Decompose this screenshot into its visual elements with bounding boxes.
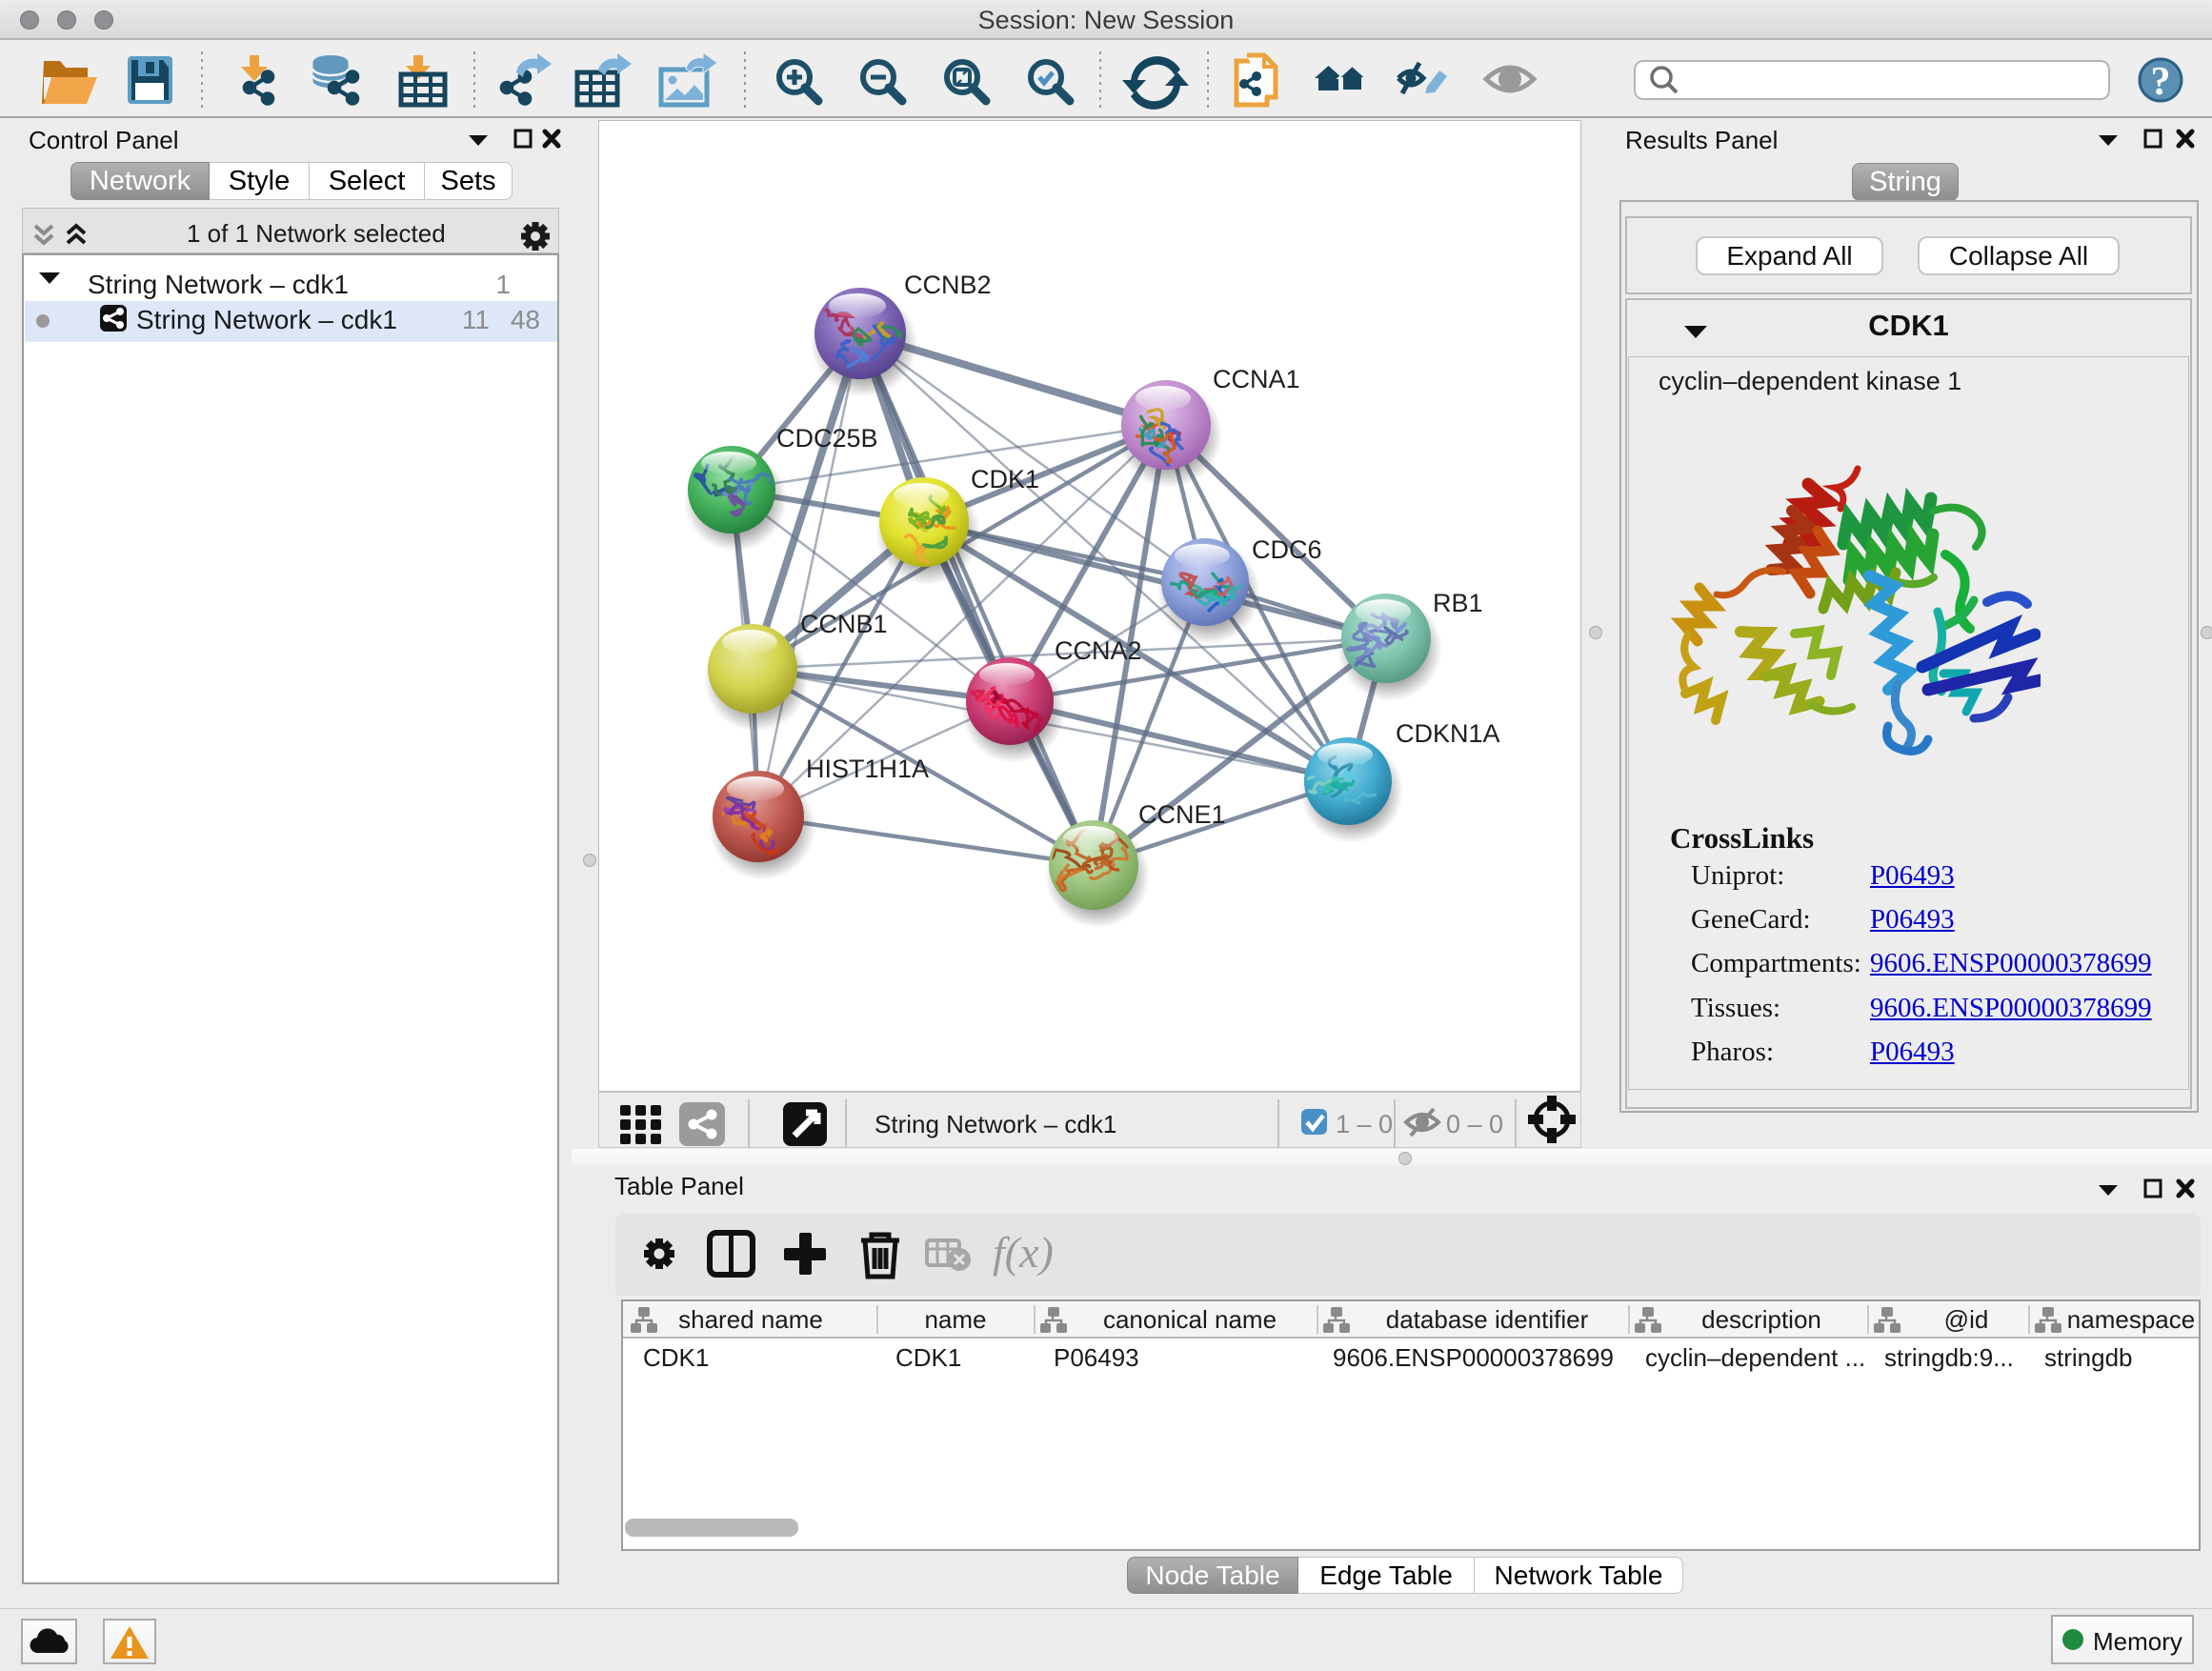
svg-text:0 – 0: 0 – 0 [1446, 1110, 1503, 1138]
svg-text:9606.ENSP00000378699: 9606.ENSP00000378699 [1333, 1343, 1614, 1372]
svg-text:f(x): f(x) [993, 1228, 1054, 1277]
svg-text:shared name: shared name [678, 1305, 823, 1334]
svg-text:11: 11 [462, 305, 490, 334]
svg-text:namespace: namespace [2067, 1305, 2195, 1334]
svg-text:CDC6: CDC6 [1252, 535, 1322, 564]
svg-text:CCNA1: CCNA1 [1213, 365, 1300, 393]
svg-text:CDKN1A: CDKN1A [1396, 719, 1500, 748]
svg-text:CDC25B: CDC25B [776, 424, 878, 453]
svg-text:String Network – cdk1: String Network – cdk1 [88, 270, 349, 299]
svg-text:CCNA2: CCNA2 [1055, 636, 1142, 665]
svg-text:CDK1: CDK1 [895, 1343, 961, 1372]
svg-text:canonical name: canonical name [1103, 1305, 1277, 1334]
svg-text:description: description [1701, 1305, 1821, 1334]
svg-text:1 – 0: 1 – 0 [1336, 1110, 1393, 1138]
svg-text:stringdb:9...: stringdb:9... [1884, 1343, 2014, 1372]
svg-text:48: 48 [511, 305, 540, 334]
svg-text:CDK1: CDK1 [971, 465, 1039, 493]
svg-text:CDK1: CDK1 [643, 1343, 709, 1372]
svg-text:stringdb: stringdb [2044, 1343, 2133, 1372]
svg-text:CCNB1: CCNB1 [800, 610, 888, 638]
svg-text:cyclin–dependent ...: cyclin–dependent ... [1645, 1343, 1865, 1372]
svg-text:?: ? [2151, 60, 2171, 104]
svg-text:CCNE1: CCNE1 [1138, 800, 1226, 829]
svg-text:database identifier: database identifier [1386, 1305, 1589, 1334]
svg-text:1: 1 [495, 270, 511, 299]
svg-text:HIST1H1A: HIST1H1A [806, 755, 929, 783]
svg-text:String Network – cdk1: String Network – cdk1 [136, 305, 397, 334]
svg-text:RB1: RB1 [1433, 589, 1483, 617]
svg-text:1 of 1 Network selected: 1 of 1 Network selected [187, 219, 446, 248]
svg-text:@id: @id [1944, 1305, 1989, 1334]
svg-text:CCNB2: CCNB2 [904, 271, 992, 299]
svg-text:P06493: P06493 [1054, 1343, 1139, 1372]
svg-text:name: name [924, 1305, 986, 1334]
svg-text:String Network – cdk1: String Network – cdk1 [875, 1110, 1116, 1138]
